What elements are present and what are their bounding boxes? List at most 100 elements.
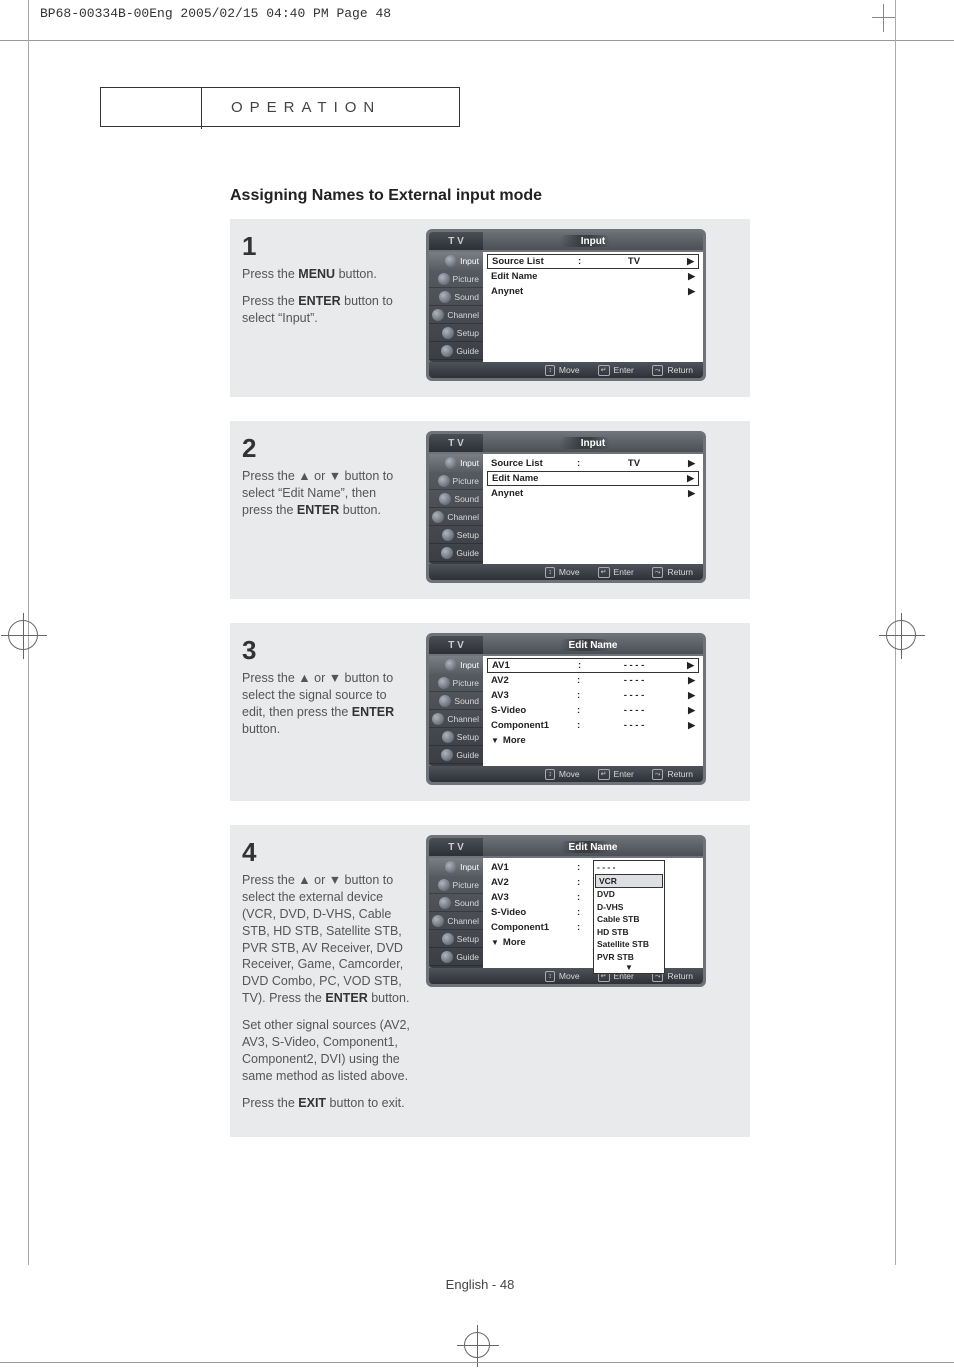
osd-screenshot: T VInputInputPictureSoundChannelSetupGui… [426, 431, 706, 583]
osd-row-label: AV1 [491, 862, 577, 873]
osd-dropdown-item: D-VHS [594, 901, 664, 914]
osd-sidebar: InputPictureSoundChannelSetupGuide [429, 454, 483, 564]
osd-dropdown-item: Satellite STB [594, 938, 664, 951]
arrow-right-icon: ▶ [683, 705, 695, 716]
crop-mark-icon [872, 4, 896, 32]
osd-sidebar-label: Guide [456, 548, 479, 558]
osd-footer-item: ↕Move [545, 365, 579, 376]
osd-sidebar-label: Picture [453, 476, 479, 486]
osd-footer-item: ⤳Return [652, 769, 693, 780]
osd-row-label: Edit Name [492, 473, 578, 484]
osd-screenshot: T VInputInputPictureSoundChannelSetupGui… [426, 229, 706, 381]
osd-footer-icon: ↕ [545, 769, 555, 780]
osd-row-value: - - - - [585, 720, 683, 731]
osd-footer-item: ⤳Return [652, 567, 693, 578]
osd-footer-item: ⤳Return [652, 365, 693, 376]
step-text: 4Press the ▲ or ▼ button to select the e… [242, 835, 410, 1121]
osd-row-value: - - - - [585, 675, 683, 686]
osd-screenshot: T VEdit NameInputPictureSoundChannelSetu… [426, 835, 706, 987]
chevron-down-icon: ▼ [491, 736, 499, 745]
osd-sidebar-label: Picture [453, 880, 479, 890]
osd-sidebar-icon [442, 327, 454, 339]
osd-footer: ↕ Move ↵Enter ⤳Return [429, 766, 703, 782]
osd-sidebar-icon [439, 695, 451, 707]
osd-footer-label: Move [559, 769, 580, 779]
osd-footer-icon: ⤳ [652, 769, 664, 780]
osd-footer-item: ↵Enter [598, 769, 634, 780]
osd-sidebar-icon [442, 933, 454, 945]
osd-row: AV2:- - - -▶ [487, 673, 699, 688]
osd-sidebar-icon [432, 915, 444, 927]
osd-footer-icon: ⤳ [652, 567, 664, 578]
print-header: BP68-00334B-00Eng 2005/02/15 04:40 PM Pa… [0, 0, 954, 27]
osd-sidebar-label: Input [460, 862, 479, 872]
osd-sidebar-item: Picture [429, 674, 483, 692]
osd-sidebar-label: Channel [447, 714, 479, 724]
osd-row-colon: : [577, 675, 585, 686]
operation-tab: OPERATION [100, 87, 460, 127]
osd-sidebar-icon [442, 731, 454, 743]
osd-sidebar-item: Picture [429, 876, 483, 894]
arrow-right-icon: ▶ [683, 675, 695, 686]
osd-sidebar-icon [445, 659, 457, 671]
osd-sidebar-item: Guide [429, 948, 483, 966]
osd-sidebar-label: Setup [457, 328, 479, 338]
osd-sidebar-item: Sound [429, 288, 483, 306]
osd-footer-label: Return [667, 769, 693, 779]
osd-sidebar-item: Picture [429, 270, 483, 288]
osd-sidebar-icon [439, 291, 451, 303]
osd-more-row: ▼More [487, 733, 699, 748]
osd-tv-label: T V [429, 232, 483, 250]
osd-row-label: Source List [491, 458, 577, 469]
arrow-right-icon: ▶ [683, 690, 695, 701]
osd-row-value: - - - - [585, 690, 683, 701]
osd-sidebar-label: Guide [456, 750, 479, 760]
osd-sidebar-label: Picture [453, 274, 479, 284]
arrow-right-icon: ▶ [683, 286, 695, 297]
step-paragraph: Press the MENU button. [242, 266, 410, 283]
osd-sidebar-label: Sound [454, 494, 479, 504]
osd-row-label: AV3 [491, 892, 577, 903]
arrow-right-icon: ▶ [683, 458, 695, 469]
osd-footer-label: Return [667, 365, 693, 375]
osd-row-colon: : [577, 877, 585, 888]
osd-row-value: - - - - [586, 660, 682, 671]
osd-main: AV1:- - - -▶AV2:- - - -▶AV3:- - - -▶S-Vi… [483, 656, 703, 766]
osd-footer-item: ↕Move [545, 971, 579, 982]
osd-sidebar-item: Setup [429, 728, 483, 746]
osd-sidebar-item: Guide [429, 746, 483, 764]
osd-title: Edit Name [483, 838, 703, 856]
osd-sidebar-item: Channel [429, 508, 483, 526]
osd-sidebar-label: Input [460, 660, 479, 670]
arrow-right-icon: ▶ [682, 660, 694, 671]
step-number: 1 [242, 229, 410, 264]
osd-row: Anynet▶ [487, 486, 699, 501]
osd-sidebar-item: Channel [429, 912, 483, 930]
osd-footer-icon: ⤳ [652, 365, 664, 376]
osd-sidebar-label: Channel [447, 916, 479, 926]
osd-footer-label: Move [559, 567, 580, 577]
arrow-right-icon: ▶ [682, 473, 694, 484]
arrow-right-icon: ▶ [683, 720, 695, 731]
osd-row-colon: : [577, 892, 585, 903]
osd-tv-label: T V [429, 838, 483, 856]
osd-footer: ↕Move↵Enter⤳Return [429, 362, 703, 378]
osd-row: AV1:- - - -▶ [487, 658, 699, 673]
osd-footer-icon: ↕ [545, 567, 555, 578]
tab-divider [201, 87, 202, 129]
osd-sidebar-item: Channel [429, 306, 483, 324]
osd-sidebar-icon [439, 493, 451, 505]
osd-dropdown-item: PVR STB [594, 951, 664, 964]
step-number: 4 [242, 835, 410, 870]
osd-sidebar-icon [438, 273, 450, 285]
osd-footer-item: ↵Enter [598, 567, 634, 578]
osd-row-value: - - - - [585, 705, 683, 716]
osd-sidebar-label: Guide [456, 346, 479, 356]
osd-sidebar-item: Channel [429, 710, 483, 728]
trim-line-bottom [0, 1362, 954, 1363]
osd-sidebar: InputPictureSoundChannelSetupGuide [429, 858, 483, 968]
osd-sidebar-icon [439, 897, 451, 909]
osd-title: Input [483, 434, 703, 452]
osd-main: Source List:TV▶Edit Name▶Anynet▶ [483, 454, 703, 564]
step-text: 1Press the MENU button.Press the ENTER b… [242, 229, 410, 381]
